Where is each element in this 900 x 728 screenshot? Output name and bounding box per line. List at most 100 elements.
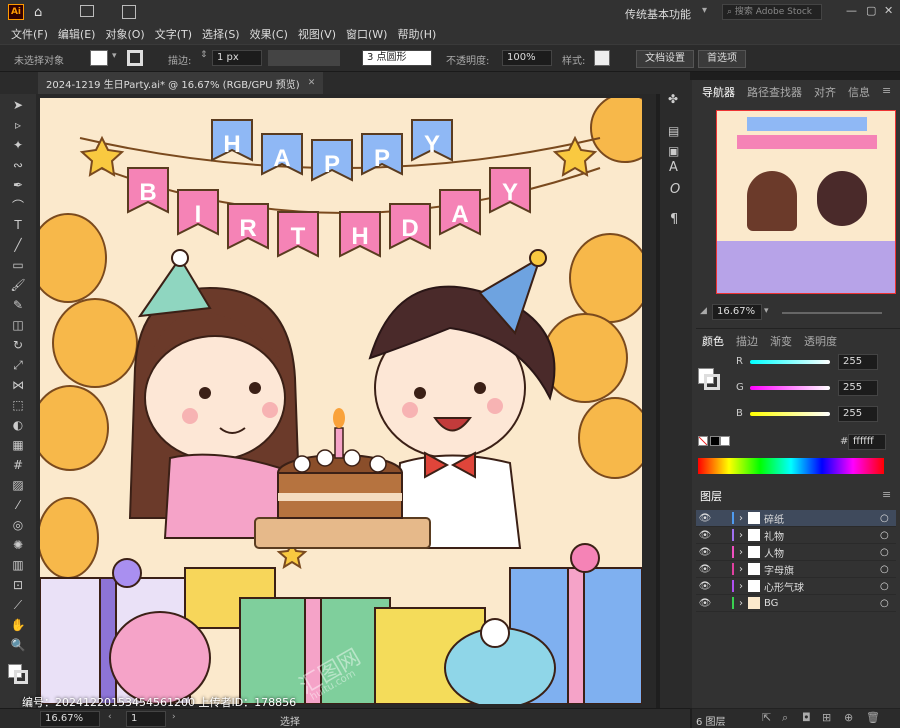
width-tool-icon[interactable]: ⋈ xyxy=(9,376,27,394)
perspective-grid-icon[interactable]: ▦ xyxy=(9,436,27,454)
arrange-icon[interactable] xyxy=(122,5,136,19)
layer-row[interactable]: 👁 › 碎纸 ○ xyxy=(696,510,896,527)
preferences-button[interactable]: 首选项 xyxy=(698,50,746,68)
tab-navigator[interactable]: 导航器 xyxy=(696,84,741,100)
zoom-level[interactable]: 16.67% xyxy=(40,711,100,727)
layer-name[interactable]: 礼物 xyxy=(764,528,880,543)
layer-row[interactable]: 👁 › 心形气球 ○ xyxy=(696,578,896,595)
hand-tool-icon[interactable]: ✋ xyxy=(9,616,27,634)
selection-tool-icon[interactable]: ➤ xyxy=(9,96,27,114)
layer-row[interactable]: 👁 › BG ○ xyxy=(696,595,896,612)
color-g-slider[interactable] xyxy=(750,386,830,390)
clipping-mask-icon[interactable]: ◘ xyxy=(802,711,811,724)
layer-expand-chevron-icon[interactable]: › xyxy=(734,598,748,609)
prev-artboard-icon[interactable]: ‹ xyxy=(108,712,112,722)
restore-button[interactable]: ▢ xyxy=(866,4,876,17)
layer-expand-chevron-icon[interactable]: › xyxy=(734,530,748,541)
layer-name[interactable]: BG xyxy=(764,598,880,609)
curvature-icon[interactable]: ⌒ xyxy=(9,196,27,214)
glyphs-icon[interactable]: O xyxy=(670,182,680,197)
close-window-button[interactable]: ✕ xyxy=(884,4,893,17)
tab-stroke[interactable]: 描边 xyxy=(730,333,764,349)
shaper-tool-icon[interactable]: ✎ xyxy=(9,296,27,314)
opacity-label[interactable]: 不透明度: xyxy=(446,52,489,67)
tab-align[interactable]: 对齐 xyxy=(808,84,842,100)
layout-icon[interactable] xyxy=(80,5,94,17)
delete-layer-icon[interactable]: 🗑 xyxy=(866,711,880,724)
menu-edit[interactable]: 编辑(E) xyxy=(53,26,101,42)
workspace-chevron-icon[interactable]: ▾ xyxy=(702,5,707,16)
visibility-eye-icon[interactable]: 👁 xyxy=(696,513,714,524)
next-artboard-icon[interactable]: › xyxy=(172,712,176,722)
visibility-eye-icon[interactable]: 👁 xyxy=(696,581,714,592)
layer-row[interactable]: 👁 › 礼物 ○ xyxy=(696,527,896,544)
stroke-swatch[interactable] xyxy=(127,50,143,66)
free-transform-icon[interactable]: ⬚ xyxy=(9,396,27,414)
menu-type[interactable]: 文字(T) xyxy=(150,26,197,42)
layer-row[interactable]: 👁 › 人物 ○ xyxy=(696,544,896,561)
fill-chevron-icon[interactable]: ▾ xyxy=(112,51,117,61)
new-sublayer-icon[interactable]: ⊞ xyxy=(822,711,831,724)
export-icon[interactable]: ⇱ xyxy=(762,711,771,724)
properties-icon[interactable]: ✤ xyxy=(668,92,678,106)
menu-effect[interactable]: 效果(C) xyxy=(245,26,293,42)
layer-target-icon[interactable]: ○ xyxy=(880,598,896,609)
fill-swatch[interactable] xyxy=(90,50,108,66)
document-settings-button[interactable]: 文档设置 xyxy=(636,50,694,68)
menu-select[interactable]: 选择(S) xyxy=(197,26,245,42)
menu-window[interactable]: 窗口(W) xyxy=(341,26,392,42)
stroke-weight-input[interactable]: 1 px xyxy=(212,50,262,66)
pen-tool-icon[interactable]: ✒ xyxy=(9,176,27,194)
new-layer-icon[interactable]: ⊕ xyxy=(844,711,853,724)
color-stroke-swatch[interactable] xyxy=(704,374,720,390)
layers-panel-tab[interactable]: 图层 xyxy=(700,488,722,504)
rectangle-tool-icon[interactable]: ▭ xyxy=(9,256,27,274)
visibility-eye-icon[interactable]: 👁 xyxy=(696,598,714,609)
black-swatch[interactable] xyxy=(710,436,720,446)
tab-close-icon[interactable]: ✕ xyxy=(308,78,316,88)
magic-wand-icon[interactable]: ✦ xyxy=(9,136,27,154)
color-spectrum[interactable] xyxy=(698,458,884,474)
navigator-zoom-slider[interactable] xyxy=(782,312,882,314)
layer-target-icon[interactable]: ○ xyxy=(880,530,896,541)
navigator-preview[interactable] xyxy=(716,110,896,294)
menu-object[interactable]: 对象(O) xyxy=(100,26,149,42)
visibility-eye-icon[interactable]: 👁 xyxy=(696,530,714,541)
line-tool-icon[interactable]: ╱ xyxy=(9,236,27,254)
layer-target-icon[interactable]: ○ xyxy=(880,547,896,558)
paragraph-icon[interactable]: ¶ xyxy=(670,212,678,227)
lasso-icon[interactable]: ∾ xyxy=(9,156,27,174)
color-r-input[interactable]: 255 xyxy=(838,354,878,370)
fill-stroke-swatches[interactable] xyxy=(0,662,36,694)
canvas-area[interactable]: H A P P Y B I R T H D A Y 编号：20241220153… xyxy=(22,94,656,709)
layer-target-icon[interactable]: ○ xyxy=(880,513,896,524)
navigator-zoom-input[interactable]: 16.67% xyxy=(712,304,762,320)
slice-tool-icon[interactable]: ⟋ xyxy=(9,596,27,614)
artboard[interactable]: H A P P Y B I R T H D A Y xyxy=(40,98,642,704)
gradient-tool-icon[interactable]: ▨ xyxy=(9,476,27,494)
visibility-eye-icon[interactable]: 👁 xyxy=(696,547,714,558)
artboard-tool-icon[interactable]: ⊡ xyxy=(9,576,27,594)
stock-search-input[interactable]: ⌕ 搜索 Adobe Stock xyxy=(722,4,822,20)
graph-tool-icon[interactable]: ▥ xyxy=(9,556,27,574)
navigator-zoom-out-icon[interactable]: ◢ xyxy=(700,306,707,316)
tab-gradient[interactable]: 渐变 xyxy=(764,333,798,349)
zoom-tool-icon[interactable]: 🔍 xyxy=(9,636,27,654)
home-icon[interactable]: ⌂ xyxy=(34,5,42,20)
type-tool-icon[interactable]: T xyxy=(9,216,27,234)
blend-tool-icon[interactable]: ◎ xyxy=(9,516,27,534)
direct-selection-icon[interactable]: ▹ xyxy=(9,116,27,134)
style-swatch[interactable] xyxy=(594,50,610,66)
tab-transparency[interactable]: 透明度 xyxy=(798,333,843,349)
layer-target-icon[interactable]: ○ xyxy=(880,581,896,592)
layer-expand-chevron-icon[interactable]: › xyxy=(734,581,748,592)
layer-name[interactable]: 人物 xyxy=(764,545,880,560)
layer-name[interactable]: 碎纸 xyxy=(764,511,880,526)
eyedropper-icon[interactable]: ⁄ xyxy=(9,496,27,514)
layer-expand-chevron-icon[interactable]: › xyxy=(734,547,748,558)
navigator-zoom-chevron-icon[interactable]: ▾ xyxy=(764,306,769,316)
workspace-switcher[interactable]: 传统基本功能 xyxy=(625,6,691,22)
visibility-eye-icon[interactable]: 👁 xyxy=(696,564,714,575)
none-swatch-icon[interactable] xyxy=(698,436,708,446)
rotate-tool-icon[interactable]: ↻ xyxy=(9,336,27,354)
